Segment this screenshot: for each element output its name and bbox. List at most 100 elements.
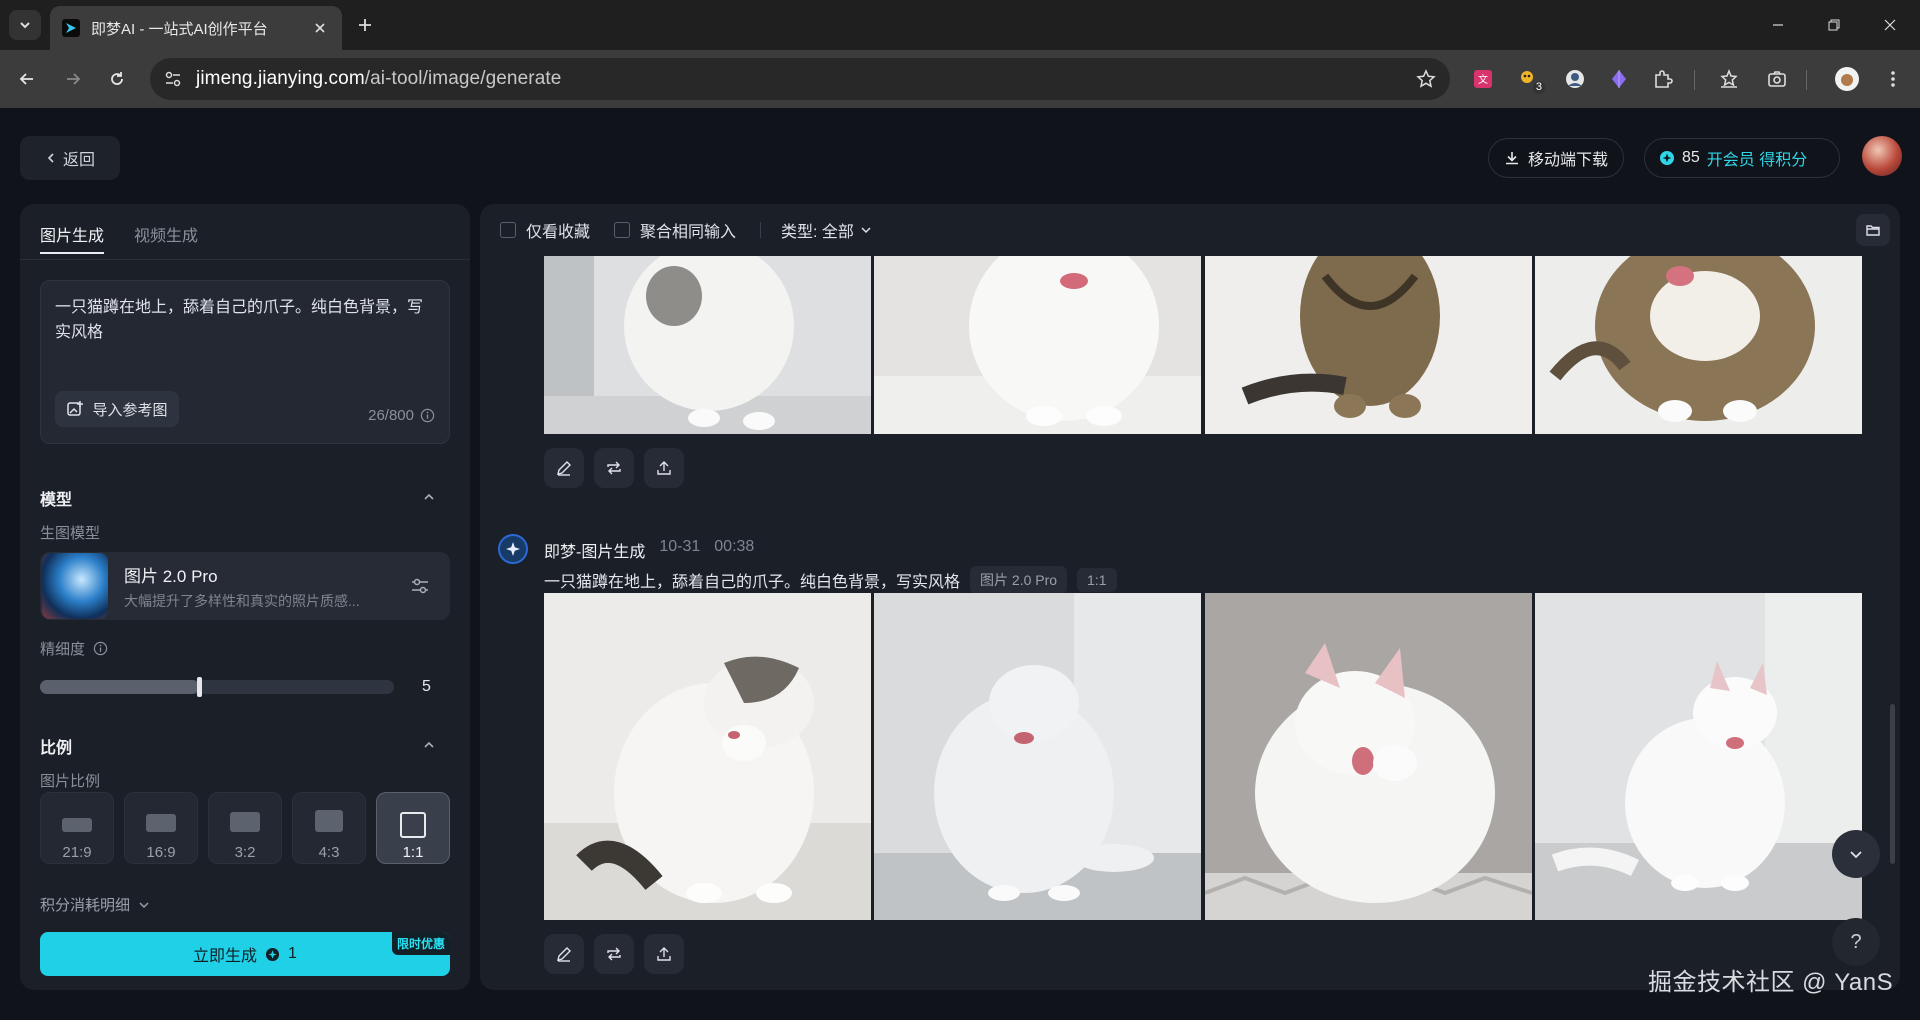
regenerate-button[interactable] <box>594 934 634 974</box>
help-button[interactable]: ? <box>1832 918 1880 966</box>
sliders-settings-icon[interactable] <box>408 574 432 598</box>
bookmark-star-icon[interactable] <box>1416 69 1436 89</box>
chevron-up-icon[interactable] <box>422 490 436 504</box>
char-count-text: 26/800 <box>368 407 414 424</box>
scroll-to-bottom-button[interactable] <box>1832 830 1880 878</box>
help-label: ? <box>1850 930 1862 953</box>
checkbox[interactable] <box>500 222 516 238</box>
detail-slider-handle[interactable] <box>197 677 203 697</box>
info-icon[interactable] <box>93 641 108 656</box>
mobile-download-button[interactable]: 移动端下载 <box>1488 138 1624 178</box>
translate-extension-icon[interactable]: 文 <box>1468 64 1498 94</box>
model-selector[interactable]: 图片 2.0 Pro 大幅提升了多样性和真实的照片质感... <box>40 552 450 620</box>
gem-extension-icon[interactable] <box>1604 64 1634 94</box>
favorites-only-filter[interactable]: 仅看收藏 <box>500 218 590 242</box>
forward-nav-button[interactable] <box>58 64 88 94</box>
browser-tabstrip: 即梦AI - 一站式AI创作平台 <box>0 0 1920 50</box>
mobile-download-label: 移动端下载 <box>1527 152 1608 169</box>
tab-title: 即梦AI - 一站式AI创作平台 <box>91 20 268 38</box>
type-filter-dropdown[interactable]: 类型: 全部 <box>781 218 872 242</box>
back-nav-button[interactable] <box>12 64 42 94</box>
browser-profile-avatar[interactable] <box>1832 64 1862 94</box>
results-filter-bar: 仅看收藏 聚合相同输入 类型: 全部 <box>480 204 1900 256</box>
folder-button[interactable] <box>1856 214 1890 246</box>
ratio-option-16-9[interactable]: 16:9 <box>124 792 198 864</box>
share-button[interactable] <box>644 934 684 974</box>
feed-scrollbar[interactable] <box>1890 704 1895 864</box>
url-path: /ai-tool/image/generate <box>364 68 562 89</box>
merge-same-input-filter[interactable]: 聚合相同输入 <box>614 218 736 242</box>
tab-image-generation[interactable]: 图片生成 <box>40 222 105 254</box>
url-host: jimeng.jianying.com <box>196 68 365 89</box>
tampermonkey-extension-icon[interactable]: 3 <box>1514 64 1545 94</box>
user-avatar[interactable] <box>1862 136 1902 176</box>
screenshot-icon[interactable] <box>1762 64 1792 94</box>
ratio-option-3-2[interactable]: 3:2 <box>208 792 282 864</box>
upload-icon <box>657 461 671 475</box>
page-content: 返回 移动端下载 85 开会员 得积分 图片生成 视频生成 一只猫蹲在地上，舔着… <box>0 108 1920 1020</box>
checkbox[interactable] <box>614 222 631 238</box>
share-button[interactable] <box>644 448 684 488</box>
generated-image[interactable] <box>1534 256 1862 434</box>
detail-slider-fill <box>40 680 200 694</box>
tab-video-generation[interactable]: 视频生成 <box>134 222 198 246</box>
reload-button[interactable] <box>102 64 132 94</box>
generated-image[interactable] <box>544 593 871 920</box>
message-prompt[interactable]: 一只猫蹲在地上，舔着自己的爪子。纯白色背景，写实风格 <box>544 568 960 592</box>
import-reference-image-button[interactable]: 导入参考图 <box>55 391 179 427</box>
ratio-sub-label: 图片比例 <box>40 773 101 790</box>
detail-slider[interactable] <box>40 677 394 697</box>
message-prompt-row: 一只猫蹲在地上，舔着自己的爪子。纯白色背景，写实风格 图片 2.0 Pro 1:… <box>544 566 1117 594</box>
generated-image[interactable] <box>1204 593 1532 920</box>
generated-image[interactable] <box>874 256 1202 434</box>
window-minimize-button[interactable] <box>1758 10 1798 40</box>
browser-tab-active[interactable]: 即梦AI - 一站式AI创作平台 <box>50 6 342 50</box>
ratio-shape-icon <box>146 814 176 832</box>
ratio-label: 4:3 <box>318 844 340 861</box>
chevron-left-icon <box>47 153 54 163</box>
ratio-option-21-9[interactable]: 21:9 <box>40 792 114 864</box>
model-description: 大幅提升了多样性和真实的照片质感... <box>124 592 360 609</box>
tab-close-icon[interactable] <box>310 18 330 38</box>
plus-icon <box>359 19 371 31</box>
prompt-input[interactable]: 一只猫蹲在地上，舔着自己的爪子。纯白色背景，写实风格 导入参考图 26/800 <box>40 280 450 444</box>
window-close-button[interactable] <box>1870 10 1910 40</box>
message-date: 10-31 <box>659 538 701 555</box>
site-settings-icon[interactable] <box>164 70 182 88</box>
window-restore-button[interactable] <box>1814 10 1854 40</box>
ratio-option-4-3[interactable]: 4:3 <box>292 792 366 864</box>
generated-image[interactable] <box>1534 593 1862 920</box>
generated-image[interactable] <box>874 593 1202 920</box>
new-tab-button[interactable] <box>352 12 378 38</box>
edit-button[interactable] <box>544 448 584 488</box>
chevron-up-icon[interactable] <box>422 738 436 752</box>
generated-image[interactable] <box>1204 256 1532 434</box>
arrow-right-icon <box>67 73 81 85</box>
minimize-icon <box>1773 24 1783 26</box>
browser-menu-icon[interactable] <box>1878 64 1908 94</box>
extensions-puzzle-icon[interactable] <box>1648 64 1678 94</box>
ratio-option-1-1[interactable]: 1:1 <box>376 792 450 864</box>
char-counter: 26/800 <box>368 407 435 424</box>
chevron-down-icon <box>139 901 149 908</box>
credits-widget[interactable]: 85 开会员 得积分 <box>1644 138 1840 178</box>
regenerate-button[interactable] <box>594 448 634 488</box>
info-icon[interactable] <box>420 408 435 423</box>
ratio-shape-icon <box>400 812 426 838</box>
prompt-text[interactable]: 一只猫蹲在地上，舔着自己的爪子。纯白色背景，写实风格 <box>55 295 435 345</box>
arrow-left-icon <box>19 73 33 85</box>
toolbar-divider <box>1806 70 1807 90</box>
vip-link[interactable]: 开会员 得积分 <box>1707 146 1807 170</box>
address-bar[interactable]: jimeng.jianying.com/ai-tool/image/genera… <box>150 58 1450 100</box>
credit-cost-detail-toggle[interactable]: 积分消耗明细 <box>40 894 150 915</box>
tab-search-button[interactable] <box>9 10 41 40</box>
back-button[interactable]: 返回 <box>20 136 120 180</box>
profile-extension-icon[interactable] <box>1560 64 1590 94</box>
back-label: 返回 <box>62 152 95 169</box>
reload-icon <box>111 72 123 85</box>
generated-image[interactable] <box>544 256 871 434</box>
bookmarks-icon[interactable] <box>1714 64 1744 94</box>
edit-button[interactable] <box>544 934 584 974</box>
message-time: 00:38 <box>714 538 755 555</box>
generate-button[interactable]: 立即生成 1 限时优惠 <box>40 932 450 976</box>
